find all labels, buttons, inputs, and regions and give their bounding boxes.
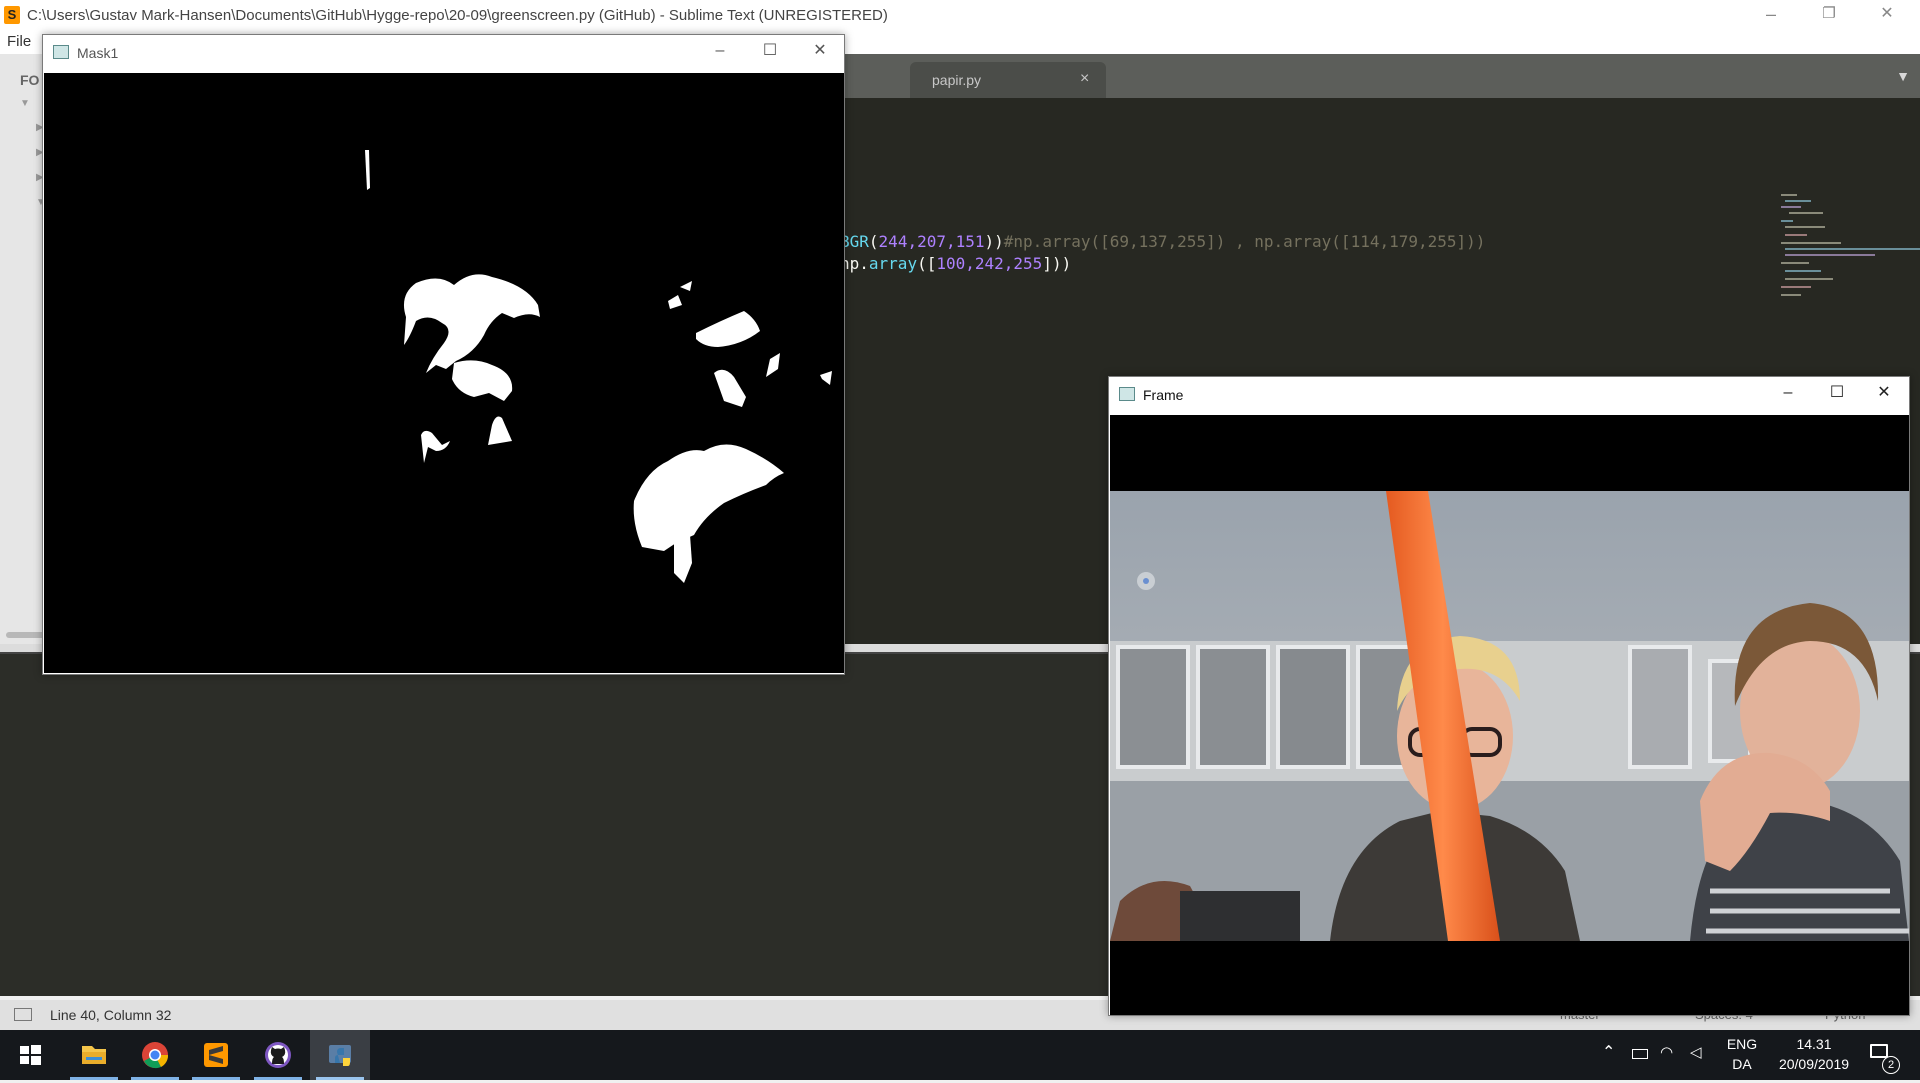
close-button[interactable]: ✕ [795, 37, 845, 71]
sublime-titlebar: S C:\Users\Gustav Mark-Hansen\Documents\… [0, 0, 1920, 30]
expand-triangle-icon[interactable]: ▼ [20, 98, 30, 109]
taskbar-github-desktop[interactable] [248, 1030, 308, 1080]
battery-icon[interactable] [1632, 1049, 1648, 1059]
input-language-top[interactable]: ENG [1722, 1036, 1762, 1052]
mask1-window[interactable]: Mask1 – ☐ ✕ [42, 34, 845, 675]
taskbar: ⌃ ◠ ◁ ENG DA 14.31 20/09/2019 2 [0, 1030, 1920, 1080]
start-button[interactable] [0, 1030, 60, 1080]
maximize-button[interactable]: ☐ [1812, 379, 1862, 413]
code-line: np.array([100,242,255])) [840, 254, 1072, 273]
webcam-image [1110, 491, 1909, 941]
sidebar-folders-heading: FO [20, 72, 40, 88]
notification-count-badge: 2 [1882, 1056, 1900, 1074]
mask-image [44, 73, 844, 673]
taskbar-python[interactable] [310, 1030, 370, 1080]
frame-window[interactable]: Frame – ☐ ✕ [1108, 376, 1910, 1016]
minimap[interactable] [1781, 194, 1920, 314]
mask1-title: Mask1 [77, 45, 119, 61]
restore-button[interactable]: ❐ [1800, 0, 1858, 30]
taskbar-chrome[interactable] [125, 1030, 185, 1080]
tab-close-icon[interactable]: × [1080, 70, 1089, 88]
github-icon [265, 1042, 291, 1068]
cursor-position: Line 40, Column 32 [50, 1007, 172, 1023]
sublime-logo-icon: S [4, 6, 20, 24]
minimize-button[interactable]: – [695, 37, 745, 71]
chrome-icon [142, 1042, 169, 1069]
minimize-button[interactable]: – [1742, 0, 1800, 30]
sidebar-scrollbar[interactable] [6, 632, 46, 638]
tab-label: papir.py [932, 72, 982, 88]
volume-icon[interactable]: ◁ [1690, 1043, 1702, 1061]
input-language-bottom[interactable]: DA [1722, 1056, 1762, 1072]
clock-time[interactable]: 14.31 [1764, 1036, 1864, 1052]
code-line: BGR(244,207,151))#np.array([69,137,255])… [840, 232, 1486, 251]
close-button[interactable]: ✕ [1858, 0, 1916, 30]
close-button[interactable]: ✕ [1859, 379, 1909, 413]
clock-date[interactable]: 20/09/2019 [1764, 1056, 1864, 1072]
taskbar-sublime[interactable] [186, 1030, 246, 1080]
webcam-frame [1110, 415, 1909, 1015]
windows-logo-icon [20, 1045, 41, 1065]
folder-icon [82, 1046, 106, 1064]
minimize-button[interactable]: – [1763, 379, 1813, 413]
python-icon [329, 1045, 351, 1066]
frame-title: Frame [1143, 387, 1184, 403]
maximize-button[interactable]: ☐ [745, 37, 795, 71]
taskbar-file-explorer[interactable] [64, 1030, 124, 1080]
show-hidden-icons-icon[interactable]: ⌃ [1602, 1042, 1615, 1062]
panel-toggle-icon[interactable] [14, 1008, 32, 1021]
opencv-window-icon [53, 45, 69, 59]
sublime-icon [204, 1043, 228, 1067]
wifi-icon[interactable]: ◠ [1660, 1043, 1673, 1061]
opencv-window-icon [1119, 387, 1135, 401]
sidebar: FO ▼ ▶ ▶ ▶ ▼ [0, 54, 46, 644]
tab-list-dropdown-icon[interactable]: ▼ [1896, 68, 1910, 84]
window-title: C:\Users\Gustav Mark-Hansen\Documents\Gi… [27, 7, 888, 24]
menu-file[interactable]: File [7, 33, 31, 50]
tab-papir[interactable]: papir.py × [910, 62, 1106, 98]
action-center-icon[interactable] [1870, 1044, 1888, 1058]
